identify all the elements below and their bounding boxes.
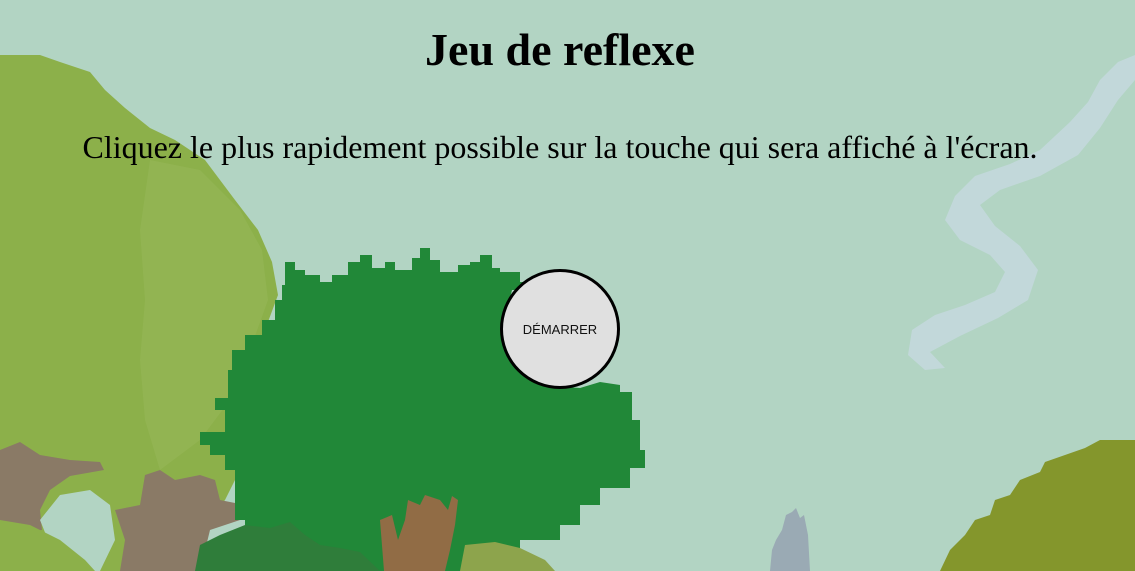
mist-shape [908,55,1135,370]
instructions-text: Cliquez le plus rapidement possible sur … [82,129,1038,165]
ground-patch-olive [460,542,555,571]
page-title: Jeu de reflexe [425,24,695,75]
right-hill [940,440,1135,571]
start-button[interactable]: DÉMARRER [500,269,620,389]
distant-spire [770,508,810,571]
